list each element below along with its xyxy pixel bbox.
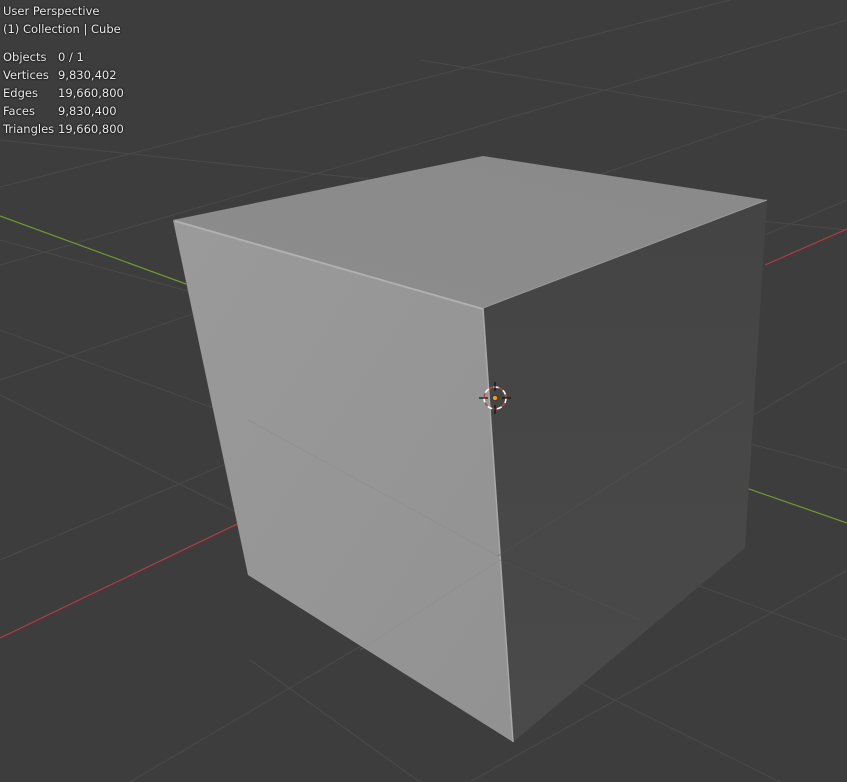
- y-axis-line: [0, 215, 187, 285]
- x-axis-line: [764, 228, 847, 266]
- cube-mesh[interactable]: [173, 156, 768, 743]
- 3d-viewport[interactable]: [0, 0, 847, 782]
